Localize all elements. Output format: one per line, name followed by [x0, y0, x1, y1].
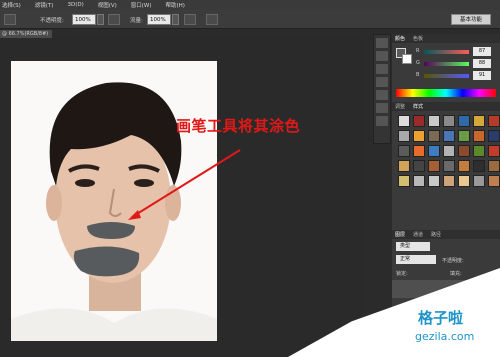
tab-paths[interactable]: 路径 — [431, 231, 441, 238]
style-swatch[interactable] — [413, 160, 425, 172]
panel-icons-strip — [373, 34, 391, 144]
watermark-url: gezila.com — [415, 330, 475, 343]
style-swatch[interactable] — [413, 175, 425, 187]
lock-label: 锁定: — [396, 271, 408, 277]
style-swatch[interactable] — [443, 130, 455, 142]
style-swatch[interactable] — [428, 130, 440, 142]
blue-value-input[interactable]: 91 — [473, 71, 491, 80]
style-swatch[interactable] — [428, 115, 440, 127]
style-swatch[interactable] — [488, 130, 500, 142]
character-icon[interactable] — [376, 103, 388, 113]
properties-icon[interactable] — [376, 51, 388, 61]
style-swatch[interactable] — [428, 160, 440, 172]
color-panel-tabs: 颜色 色板 — [392, 34, 500, 43]
blue-channel-slider[interactable]: B 91 — [416, 71, 500, 81]
tab-layers[interactable]: 图层 — [395, 231, 405, 238]
layer-opacity-label: 不透明度: — [442, 258, 464, 264]
style-swatch[interactable] — [473, 130, 485, 142]
green-value-input[interactable]: 88 — [473, 59, 491, 68]
tab-adjustments[interactable]: 调整 — [395, 103, 405, 110]
style-swatch[interactable] — [458, 160, 470, 172]
style-swatch[interactable] — [473, 175, 485, 187]
info-icon[interactable] — [376, 64, 388, 74]
style-swatch[interactable] — [443, 145, 455, 157]
style-swatch[interactable] — [428, 175, 440, 187]
green-channel-slider[interactable]: G 88 — [416, 59, 500, 69]
brush-panel-icon[interactable] — [376, 90, 388, 100]
style-swatch[interactable] — [398, 175, 410, 187]
fill-label: 填充: — [450, 271, 462, 277]
style-swatch[interactable] — [413, 145, 425, 157]
tab-swatches[interactable]: 色板 — [413, 35, 423, 42]
style-swatch[interactable] — [488, 145, 500, 157]
styles-panel-tabs: 调整 样式 — [392, 102, 500, 111]
style-swatch[interactable] — [458, 130, 470, 142]
watermark-title: 格子啦 — [418, 309, 464, 327]
style-swatch[interactable] — [413, 130, 425, 142]
style-swatch[interactable] — [473, 145, 485, 157]
style-swatch[interactable] — [398, 130, 410, 142]
paragraph-icon[interactable] — [376, 116, 388, 126]
style-swatch[interactable] — [458, 115, 470, 127]
style-swatch[interactable] — [443, 175, 455, 187]
style-swatch[interactable] — [473, 115, 485, 127]
color-spectrum-bar[interactable] — [396, 89, 496, 97]
red-channel-slider[interactable]: R 87 — [416, 47, 500, 57]
style-swatch[interactable] — [458, 145, 470, 157]
annotation-text: 画笔工具将其涂色 — [176, 117, 301, 135]
style-swatch[interactable] — [443, 115, 455, 127]
style-swatch[interactable] — [473, 160, 485, 172]
red-value-input[interactable]: 87 — [473, 47, 491, 56]
style-swatch[interactable] — [488, 175, 500, 187]
style-swatch[interactable] — [488, 115, 500, 127]
style-swatch[interactable] — [398, 145, 410, 157]
tab-color[interactable]: 颜色 — [395, 35, 405, 42]
style-swatch[interactable] — [443, 160, 455, 172]
tab-channels[interactable]: 通道 — [413, 231, 423, 238]
layer-kind-filter[interactable]: 类型 — [396, 242, 430, 251]
style-swatch[interactable] — [458, 175, 470, 187]
style-swatch[interactable] — [398, 160, 410, 172]
style-swatch-grid — [398, 115, 500, 187]
layers-panel-tabs: 图层 通道 路径 — [392, 230, 500, 239]
adjust-icon[interactable] — [376, 77, 388, 87]
tab-styles[interactable]: 样式 — [413, 103, 423, 110]
history-icon[interactable] — [376, 38, 388, 48]
style-swatch[interactable] — [428, 145, 440, 157]
blend-mode-select[interactable]: 正常 — [396, 255, 436, 264]
style-swatch[interactable] — [398, 115, 410, 127]
style-swatch[interactable] — [413, 115, 425, 127]
style-swatch[interactable] — [488, 160, 500, 172]
background-color-swatch[interactable] — [402, 54, 412, 64]
